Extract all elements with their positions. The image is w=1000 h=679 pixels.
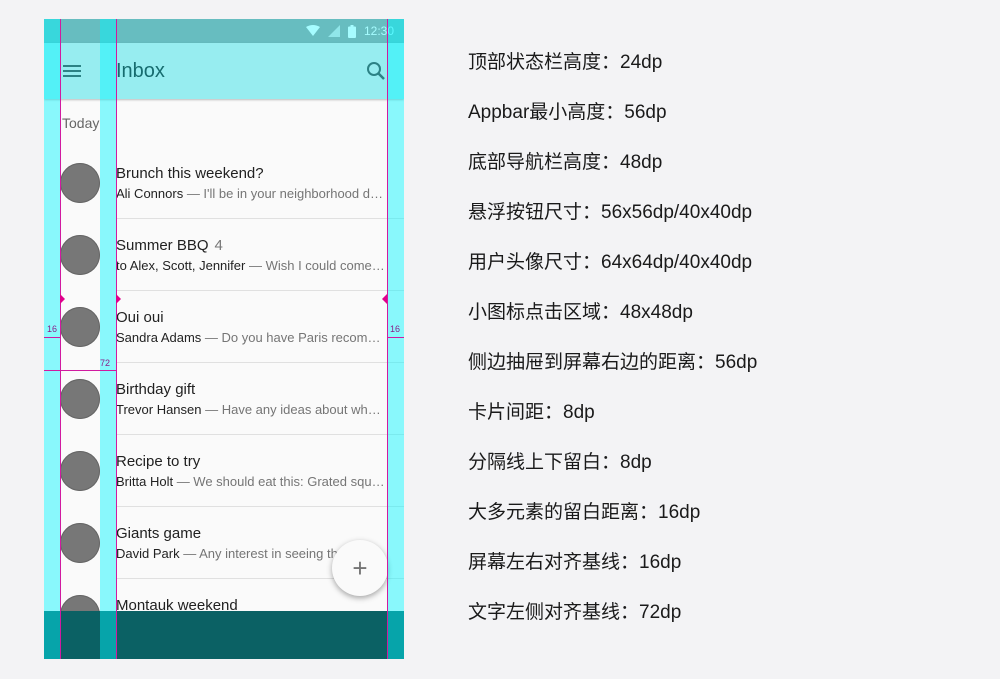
nav-bar-overlay xyxy=(44,611,404,659)
keyline-measure xyxy=(44,370,116,371)
list-item[interactable]: Recipe to try Britta Holt — We should ea… xyxy=(44,435,404,507)
keyline-right-16 xyxy=(387,19,388,659)
item-sender: Britta Holt xyxy=(116,474,174,489)
item-title: Brunch this weekend? xyxy=(116,165,264,182)
avatar xyxy=(60,379,100,419)
right-margin-overlay xyxy=(388,19,404,659)
keyline-16 xyxy=(60,19,61,659)
keyline-72 xyxy=(116,19,117,659)
avatar xyxy=(60,163,100,203)
margin-measure-right xyxy=(388,337,404,338)
spec-item: 小图标点击区域：48x48dp xyxy=(468,302,693,323)
margin-label-right: 16 xyxy=(390,324,401,334)
spec-item: Appbar最小高度：56dp xyxy=(468,102,667,123)
item-subtitle: Britta Holt — We should eat this: Grated… xyxy=(116,474,386,489)
item-title-text: Brunch this weekend? xyxy=(116,165,264,182)
item-title: Giants game xyxy=(116,525,201,542)
spec-item: 屏幕左右对齐基线：16dp xyxy=(468,552,682,573)
app-bar-overlay xyxy=(44,43,404,99)
phone-screen: 12:30 Inbox Today Brunch this weekend? A… xyxy=(44,19,404,659)
item-title-text: Recipe to try xyxy=(116,453,201,470)
item-subtitle: Ali Connors — I'll be in your neighborho… xyxy=(116,186,386,201)
item-title: Oui oui xyxy=(116,309,164,326)
item-sender: Trevor Hansen xyxy=(116,402,202,417)
spec-item: 用户头像尺寸：64x64dp/40x40dp xyxy=(468,252,753,273)
item-subtitle: Trevor Hansen — Have any ideas about wha… xyxy=(116,402,386,417)
spec-item: 分隔线上下留白：8dp xyxy=(468,452,652,473)
item-count: 4 xyxy=(214,237,223,254)
spec-item: 卡片间距：8dp xyxy=(468,402,595,423)
item-sender: Sandra Adams xyxy=(116,330,202,345)
spec-item: 大多元素的留白距离：16dp xyxy=(468,502,701,523)
keyline-label: 72 xyxy=(100,358,111,368)
item-title-text: Oui oui xyxy=(116,309,164,326)
keyline-marker xyxy=(382,294,387,304)
item-sender: David Park xyxy=(116,546,180,561)
item-sender: Ali Connors xyxy=(116,186,184,201)
item-subtitle: to Alex, Scott, Jennifer — Wish I could … xyxy=(116,258,386,273)
spec-list: 顶部状态栏高度：24dp Appbar最小高度：56dp 底部导航栏高度：48d… xyxy=(468,51,757,651)
text-keyline-overlay xyxy=(100,19,116,659)
avatar xyxy=(60,235,100,275)
item-sender: to Alex, Scott, Jennifer xyxy=(116,258,246,273)
spec-item: 悬浮按钮尺寸：56x56dp/40x40dp xyxy=(468,202,753,223)
list-item[interactable]: Birthday gift Trevor Hansen — Have any i… xyxy=(44,363,404,435)
item-preview: — I'll be in your neighborhood doing err… xyxy=(186,186,386,201)
item-subtitle: Sandra Adams — Do you have Paris recomme… xyxy=(116,330,386,345)
list-item[interactable]: Summer BBQ 4 to Alex, Scott, Jennifer — W… xyxy=(44,219,404,291)
item-preview: — Have any ideas about what we should ge… xyxy=(205,402,386,417)
avatar xyxy=(60,307,100,347)
list-subheader: Today xyxy=(62,115,100,131)
status-bar-overlay xyxy=(44,19,404,43)
avatar xyxy=(60,523,100,563)
spec-item: 侧边抽屉到屏幕右边的距离：56dp xyxy=(468,352,758,373)
item-title: Summer BBQ 4 xyxy=(116,237,223,254)
item-title-text: Birthday gift xyxy=(116,381,196,398)
margin-measure-left xyxy=(44,337,60,338)
spec-item: 文字左侧对齐基线：72dp xyxy=(468,602,682,623)
item-title: Birthday gift xyxy=(116,381,195,398)
add-icon: + xyxy=(352,553,368,583)
list-item[interactable]: Oui oui Sandra Adams — Do you have Paris… xyxy=(44,291,404,363)
item-title: Recipe to try xyxy=(116,453,200,470)
keyline-marker xyxy=(116,294,121,304)
item-title-text: Giants game xyxy=(116,525,202,542)
item-preview: — Wish I could come, but I'm out of town xyxy=(248,258,386,273)
item-title-text: Summer BBQ xyxy=(116,237,209,254)
list-item[interactable]: Brunch this weekend? Ali Connors — I'll … xyxy=(44,147,404,219)
spec-item: 底部导航栏高度：48dp xyxy=(468,152,663,173)
compose-fab[interactable]: + xyxy=(332,540,388,596)
spec-item: 顶部状态栏高度：24dp xyxy=(468,52,663,73)
item-preview: — We should eat this: Grated squash xyxy=(173,474,386,489)
avatar xyxy=(60,451,100,491)
left-margin-overlay xyxy=(44,19,60,659)
margin-label-left: 16 xyxy=(47,324,58,334)
keyline-marker xyxy=(60,294,65,304)
item-preview: — Do you have Paris recommendations? xyxy=(204,330,386,345)
